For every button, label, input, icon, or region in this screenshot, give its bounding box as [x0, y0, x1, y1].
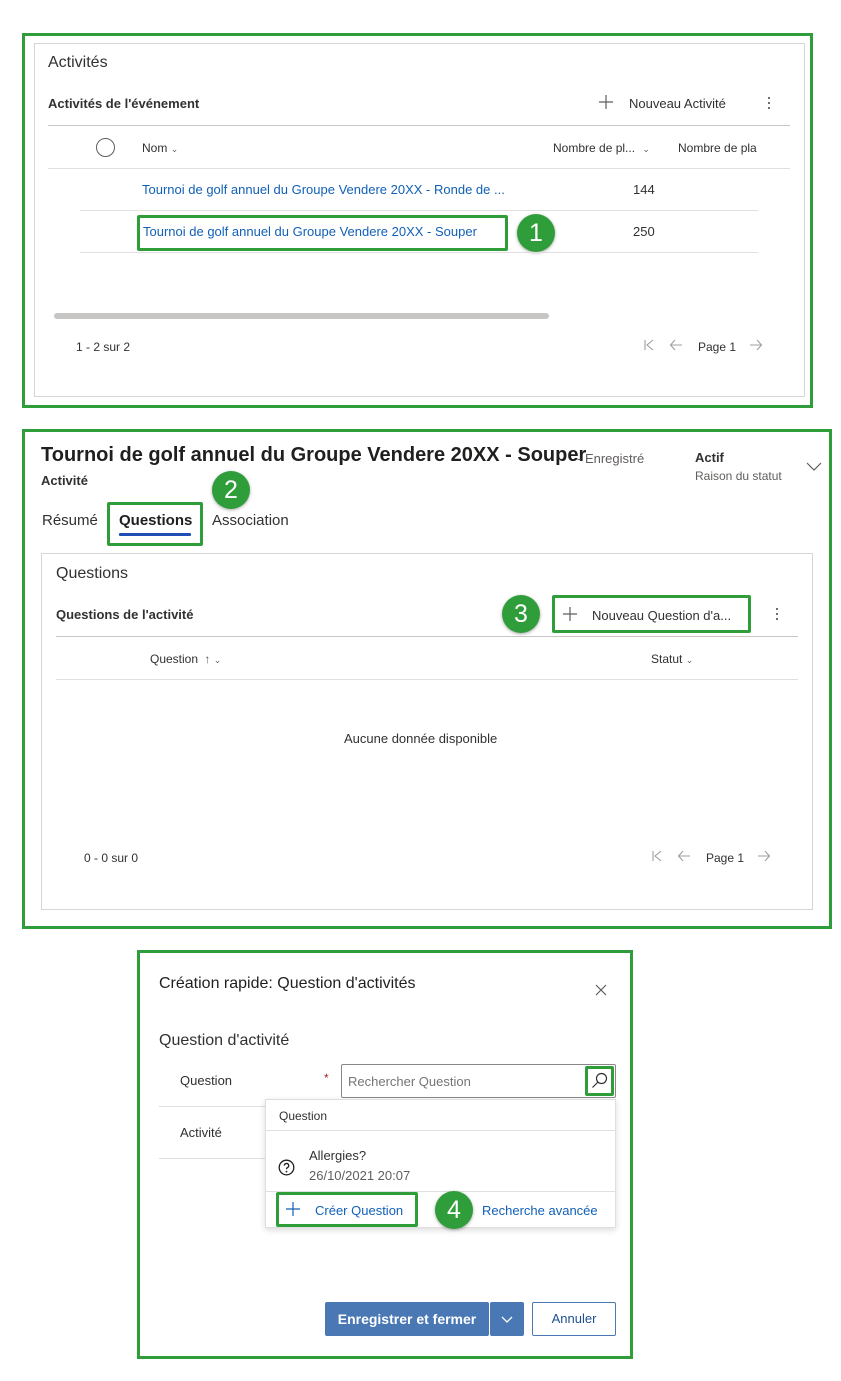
tab-summary[interactable]: Résumé	[42, 512, 98, 529]
tab-questions[interactable]: Questions	[119, 512, 192, 529]
next-page-icon[interactable]	[757, 849, 771, 863]
question-search-input[interactable]	[348, 1071, 578, 1091]
divider	[48, 125, 790, 126]
divider	[265, 1130, 616, 1131]
more-options-icon[interactable]	[763, 95, 775, 111]
entity-type: Activité	[41, 473, 88, 488]
record-count: 0 - 0 sur 0	[84, 851, 139, 865]
divider	[159, 1106, 265, 1107]
chevron-down-icon: ⌄	[685, 655, 694, 665]
cancel-button[interactable]: Annuler	[532, 1302, 616, 1336]
activities-subgrid-title: Activités de l'événement	[48, 96, 200, 111]
plus-icon	[562, 606, 578, 622]
dialog-section-title: Question d'activité	[159, 1032, 290, 1049]
first-page-icon[interactable]	[643, 339, 655, 351]
divider	[56, 679, 798, 680]
column-header-count-2[interactable]: Nombre de pla	[678, 141, 760, 155]
dialog-title: Création rapide: Question d'activités	[159, 975, 416, 992]
plus-icon	[285, 1201, 301, 1217]
callout-badge: 3	[502, 595, 540, 633]
new-question-button[interactable]: Nouveau Question d'a...	[560, 605, 746, 625]
new-activity-button[interactable]: Nouveau Activité	[596, 94, 746, 114]
save-and-close-button[interactable]: Enregistrer et fermer	[325, 1302, 489, 1336]
callout-badge: 2	[212, 471, 250, 509]
activity-row-count: 250	[633, 224, 655, 239]
saved-status: - Enregistré	[577, 451, 645, 466]
column-header-name-label: Nom	[142, 141, 168, 155]
save-and-close-label: Enregistrer et fermer	[337, 1311, 477, 1327]
column-header-status-label: Statut	[651, 652, 683, 666]
chevron-down-icon[interactable]	[806, 462, 822, 472]
active-tab-underline	[119, 533, 191, 536]
activity-row-link[interactable]: Tournoi de golf annuel du Groupe Vendere…	[142, 182, 505, 197]
result-date: 26/10/2021 20:07	[309, 1168, 411, 1183]
horizontal-scrollbar[interactable]	[54, 313, 549, 319]
lookup-result-item[interactable]: Allergies? 26/10/2021 20:07	[266, 1138, 615, 1188]
activity-row-count: 144	[633, 182, 655, 197]
activity-row-link[interactable]: Tournoi de golf annuel du Groupe Vendere…	[143, 224, 477, 239]
close-icon[interactable]	[595, 984, 607, 996]
help-circle-icon	[278, 1159, 295, 1176]
empty-message: Aucune donnée disponible	[344, 731, 498, 746]
questions-subgrid-title: Questions de l'activité	[56, 607, 194, 622]
search-icon[interactable]	[591, 1072, 608, 1089]
tab-association[interactable]: Association	[212, 512, 289, 529]
new-activity-label: Nouveau Activité	[629, 96, 726, 111]
column-header-name[interactable]: Nom ⌄	[142, 141, 178, 155]
cancel-label: Annuler	[551, 1311, 597, 1326]
status-value: Actif	[695, 450, 724, 465]
dropdown-header: Question	[279, 1109, 328, 1123]
divider	[80, 252, 758, 253]
divider	[80, 210, 758, 211]
first-page-icon[interactable]	[651, 850, 663, 862]
previous-page-icon[interactable]	[677, 849, 691, 863]
activity-field-label: Activité	[180, 1125, 222, 1140]
plus-icon	[598, 94, 614, 110]
column-header-question-label: Question	[150, 652, 199, 666]
column-header-count[interactable]: Nombre de pl... ⌄	[553, 141, 650, 155]
select-all-checkbox[interactable]	[96, 138, 115, 157]
question-search-field[interactable]	[341, 1064, 616, 1098]
question-field-label: Question	[180, 1073, 233, 1088]
chevron-down-icon: ⌄	[213, 655, 222, 665]
previous-page-icon[interactable]	[669, 338, 683, 352]
result-name: Allergies?	[309, 1148, 367, 1163]
record-count: 1 - 2 sur 2	[76, 340, 131, 354]
more-options-icon[interactable]	[771, 606, 783, 622]
save-options-button[interactable]	[490, 1302, 524, 1336]
create-question-button[interactable]: Créer Question	[283, 1200, 413, 1220]
divider	[159, 1158, 265, 1159]
activities-section-title: Activités	[48, 54, 108, 71]
divider	[56, 636, 798, 637]
divider	[48, 168, 790, 169]
callout-badge: 1	[517, 214, 555, 252]
chevron-down-icon: ⌄	[642, 144, 650, 154]
advanced-search-link[interactable]: Recherche avancée	[482, 1203, 598, 1218]
column-header-status[interactable]: Statut ⌄	[651, 652, 693, 666]
create-question-label: Créer Question	[315, 1203, 404, 1218]
next-page-icon[interactable]	[749, 338, 763, 352]
sort-ascending-icon: ↑	[204, 652, 211, 666]
record-title: Tournoi de golf annuel du Groupe Vendere…	[41, 444, 587, 466]
questions-section-title: Questions	[56, 565, 129, 582]
new-question-label: Nouveau Question d'a...	[592, 608, 732, 623]
page-indicator: Page 1	[706, 851, 745, 865]
required-marker: *	[324, 1071, 329, 1085]
column-header-question[interactable]: Question ↑ ⌄	[150, 652, 221, 666]
chevron-down-icon: ⌄	[170, 144, 179, 154]
column-header-count-label: Nombre de pl...	[553, 141, 636, 155]
chevron-down-icon	[501, 1316, 513, 1324]
callout-badge: 4	[435, 1191, 473, 1229]
page-indicator: Page 1	[698, 340, 737, 354]
status-label: Raison du statut	[695, 469, 782, 483]
